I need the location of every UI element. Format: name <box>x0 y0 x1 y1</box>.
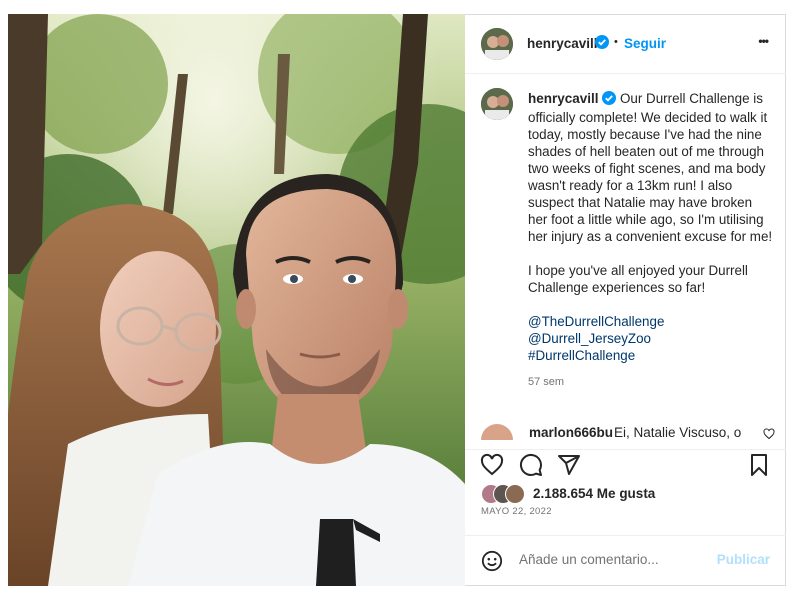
comment-row: marlon666bu Ei, Natalie Viscuso, o <box>481 424 781 440</box>
post-time-ago: 57 sem <box>528 376 565 388</box>
like-icon[interactable] <box>480 453 506 479</box>
post-photo[interactable] <box>8 14 465 586</box>
comment-icon[interactable] <box>519 453 545 479</box>
publish-button[interactable]: Publicar <box>717 552 770 567</box>
avatar-image <box>481 28 513 60</box>
comment-avatar[interactable] <box>481 424 513 440</box>
selfie-image <box>8 14 465 586</box>
comment-username[interactable]: marlon666bu <box>529 425 613 440</box>
avatar-image <box>481 88 513 120</box>
likes-count[interactable]: 2.188.654 Me gusta <box>533 486 655 501</box>
comment-like-icon[interactable] <box>763 427 775 440</box>
caption-avatar[interactable] <box>481 88 513 120</box>
comment-text: Ei, Natalie Viscuso, o <box>614 425 742 440</box>
caption-username[interactable]: henrycavill <box>528 91 599 106</box>
caption-tag[interactable]: #DurrellChallenge <box>528 347 773 364</box>
post-author-username[interactable]: henrycavill <box>527 36 598 51</box>
more-options-icon[interactable]: ••• <box>758 34 769 48</box>
verified-icon <box>595 35 609 54</box>
caption-tag[interactable]: @TheDurrellChallenge <box>528 313 773 330</box>
actions-divider <box>465 449 786 450</box>
comment-input[interactable]: Añade un comentario... <box>519 552 659 567</box>
comment-bar: Añade un comentario... Publicar <box>465 535 786 586</box>
caption-text-2: I hope you've all enjoyed your Durrell C… <box>528 263 748 295</box>
separator-dot: • <box>614 36 618 48</box>
save-icon[interactable] <box>747 453 773 479</box>
caption-text: Our Durrell Challenge is officially comp… <box>528 91 773 244</box>
post-date: MAYO 22, 2022 <box>481 506 552 517</box>
verified-icon <box>602 91 617 109</box>
follow-button[interactable]: Seguir <box>624 36 666 51</box>
user-avatar[interactable] <box>481 28 513 60</box>
liked-by-avatars[interactable] <box>481 484 529 504</box>
post-header: henrycavill • Seguir ••• <box>465 14 786 74</box>
post-caption: henrycavill Our Durrell Challenge is off… <box>528 90 773 391</box>
share-icon[interactable] <box>557 453 583 479</box>
avatar <box>505 484 525 504</box>
emoji-icon[interactable] <box>481 550 503 577</box>
post-side-panel: henrycavill • Seguir ••• henrycavill Our… <box>465 14 786 586</box>
caption-tag[interactable]: @Durrell_JerseyZoo <box>528 330 773 347</box>
